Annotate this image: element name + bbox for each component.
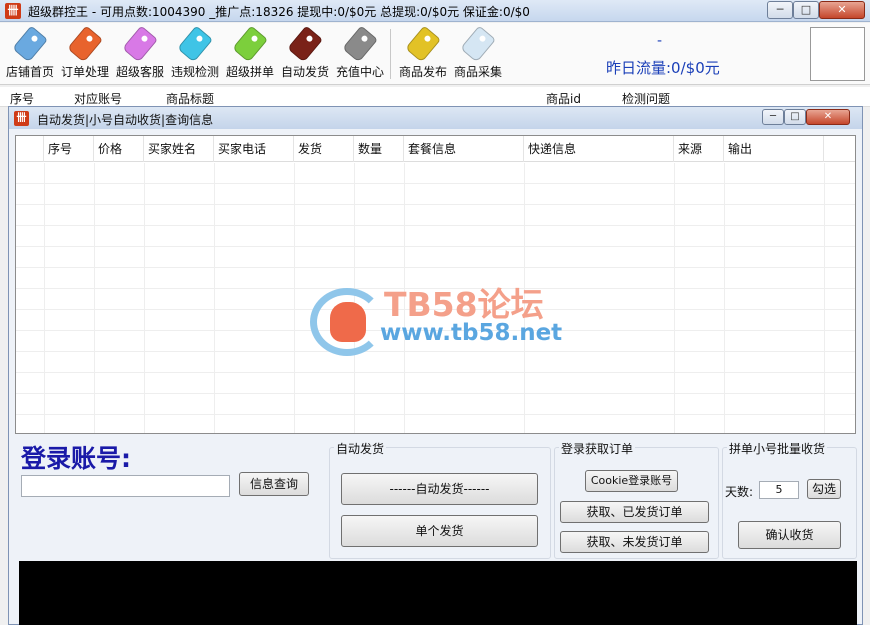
days-label: 天数: xyxy=(725,485,754,499)
login-account-label: 登录账号: xyxy=(21,444,131,473)
order-grid[interactable]: 序号 价格 买家姓名 买家电话 发货 数量 套餐信息 快递信息 来源 输出 TB… xyxy=(15,135,856,434)
days-input[interactable]: 5 xyxy=(759,481,799,499)
column-header[interactable]: 来源 xyxy=(674,136,724,162)
minimize-button[interactable]: ─ xyxy=(767,1,793,19)
hand-icon xyxy=(330,302,366,342)
grid-line xyxy=(144,163,145,433)
column-header[interactable]: 买家姓名 xyxy=(144,136,214,162)
auto-ship-window: 卌 自动发货|小号自动收货|查询信息 ─ □ ✕ 序号 价格 买家姓名 买家电话… xyxy=(8,106,863,625)
tag-icon xyxy=(286,25,324,63)
inner-minimize-button[interactable]: ─ xyxy=(762,109,784,125)
column-header[interactable]: 发货 xyxy=(294,136,354,162)
minimize-icon: ─ xyxy=(776,3,784,16)
toolbar-store-home[interactable]: 店铺首页 xyxy=(2,25,58,83)
grid-header: 序号 价格 买家姓名 买家电话 发货 数量 套餐信息 快递信息 来源 输出 xyxy=(16,136,855,162)
info-query-button[interactable]: 信息查询 xyxy=(239,472,309,496)
toolbar-recharge-center[interactable]: 充值中心 xyxy=(332,25,388,83)
column-header[interactable]: 对应账号 xyxy=(74,90,122,107)
preview-box xyxy=(810,27,865,81)
maximize-button[interactable]: □ xyxy=(793,1,819,19)
column-header[interactable]: 输出 xyxy=(724,136,824,162)
toolbar-product-publish[interactable]: 商品发布 xyxy=(395,25,451,83)
inner-title-bar: 卌 自动发货|小号自动收货|查询信息 ─ □ ✕ xyxy=(9,107,862,129)
close-button[interactable]: ✕ xyxy=(819,1,865,19)
toolbar-label: 充值中心 xyxy=(335,65,384,79)
tag-icon xyxy=(459,25,497,63)
batch-receive-group-title: 拼单小号批量收货 xyxy=(727,440,828,457)
tag-icon xyxy=(176,25,214,63)
column-header[interactable]: 商品id xyxy=(546,90,581,107)
fetch-unshipped-orders-button[interactable]: 获取、未发货订单 xyxy=(560,531,709,553)
fetch-shipped-orders-button[interactable]: 获取、已发货订单 xyxy=(560,501,709,523)
column-header[interactable]: 商品标题 xyxy=(166,90,214,107)
toolbar-product-collect[interactable]: 商品采集 xyxy=(450,25,506,83)
column-header[interactable]: 检测问题 xyxy=(622,90,670,107)
toolbar-super-service[interactable]: 超级客服 xyxy=(112,25,168,83)
main-title-bar: 卌 超级群控王 - 可用点数:1004390 _推广点:18326 提现中:0/… xyxy=(0,0,870,22)
window-title: 超级群控王 - 可用点数:1004390 _推广点:18326 提现中:0/$0… xyxy=(28,5,530,19)
inner-app-icon: 卌 xyxy=(14,111,29,126)
tag-icon xyxy=(231,25,269,63)
single-ship-button[interactable]: 单个发货 xyxy=(341,515,538,547)
status-dash: - xyxy=(657,33,663,49)
tag-icon xyxy=(404,25,442,63)
login-account-input[interactable] xyxy=(21,475,230,497)
grid-line xyxy=(214,163,215,433)
toolbar-super-group-buy[interactable]: 超级拼单 xyxy=(222,25,278,83)
column-header[interactable]: 数量 xyxy=(354,136,404,162)
column-header[interactable]: 快递信息 xyxy=(524,136,674,162)
grid-line xyxy=(44,163,45,433)
yesterday-traffic: 昨日流量:0/$0元 xyxy=(606,59,720,77)
grid-line xyxy=(94,163,95,433)
column-header[interactable]: 序号 xyxy=(44,136,94,162)
column-header[interactable]: 价格 xyxy=(94,136,144,162)
fetch-orders-group-title: 登录获取订单 xyxy=(559,440,636,457)
cookie-login-button[interactable]: Cookie登录账号 xyxy=(585,470,678,492)
tag-icon xyxy=(341,25,379,63)
app-icon: 卌 xyxy=(5,3,21,19)
column-header[interactable]: 买家电话 xyxy=(214,136,294,162)
tag-icon xyxy=(11,25,49,63)
maximize-icon: □ xyxy=(790,111,800,122)
background-list-header: 序号 对应账号 商品标题 商品id 检测问题 xyxy=(0,87,870,107)
maximize-icon: □ xyxy=(800,3,812,16)
inner-window-title: 自动发货|小号自动收货|查询信息 xyxy=(37,113,214,127)
main-toolbar: 店铺首页 订单处理 超级客服 违规检测 超级拼单 自动发货 充值中心 商品发布 … xyxy=(0,23,870,85)
grid-line xyxy=(294,163,295,433)
close-icon: ✕ xyxy=(837,3,847,16)
check-button[interactable]: 勾选 xyxy=(807,479,841,499)
grid-line xyxy=(724,163,725,433)
column-header[interactable]: 套餐信息 xyxy=(404,136,524,162)
minimize-icon: ─ xyxy=(769,111,777,122)
watermark-title: TB58论坛 xyxy=(384,285,544,324)
grid-line xyxy=(824,163,825,433)
confirm-receive-button[interactable]: 确认收货 xyxy=(738,521,841,549)
toolbar-auto-ship[interactable]: 自动发货 xyxy=(277,25,333,83)
toolbar-order-processing[interactable]: 订单处理 xyxy=(57,25,113,83)
toolbar-label: 商品采集 xyxy=(453,65,502,79)
watermark-url: www.tb58.net xyxy=(380,320,563,346)
grid-line xyxy=(674,163,675,433)
column-header[interactable]: 序号 xyxy=(10,90,34,107)
inner-maximize-button[interactable]: □ xyxy=(784,109,806,125)
auto-ship-group-title: 自动发货 xyxy=(334,440,387,457)
close-icon: ✕ xyxy=(823,111,833,122)
log-console[interactable] xyxy=(19,561,857,625)
tag-icon xyxy=(66,25,104,63)
auto-ship-button[interactable]: ------自动发货------ xyxy=(341,473,538,505)
toolbar-violation-check[interactable]: 违规检测 xyxy=(167,25,223,83)
row-header-corner xyxy=(16,136,44,162)
inner-close-button[interactable]: ✕ xyxy=(806,109,850,125)
tag-icon xyxy=(121,25,159,63)
